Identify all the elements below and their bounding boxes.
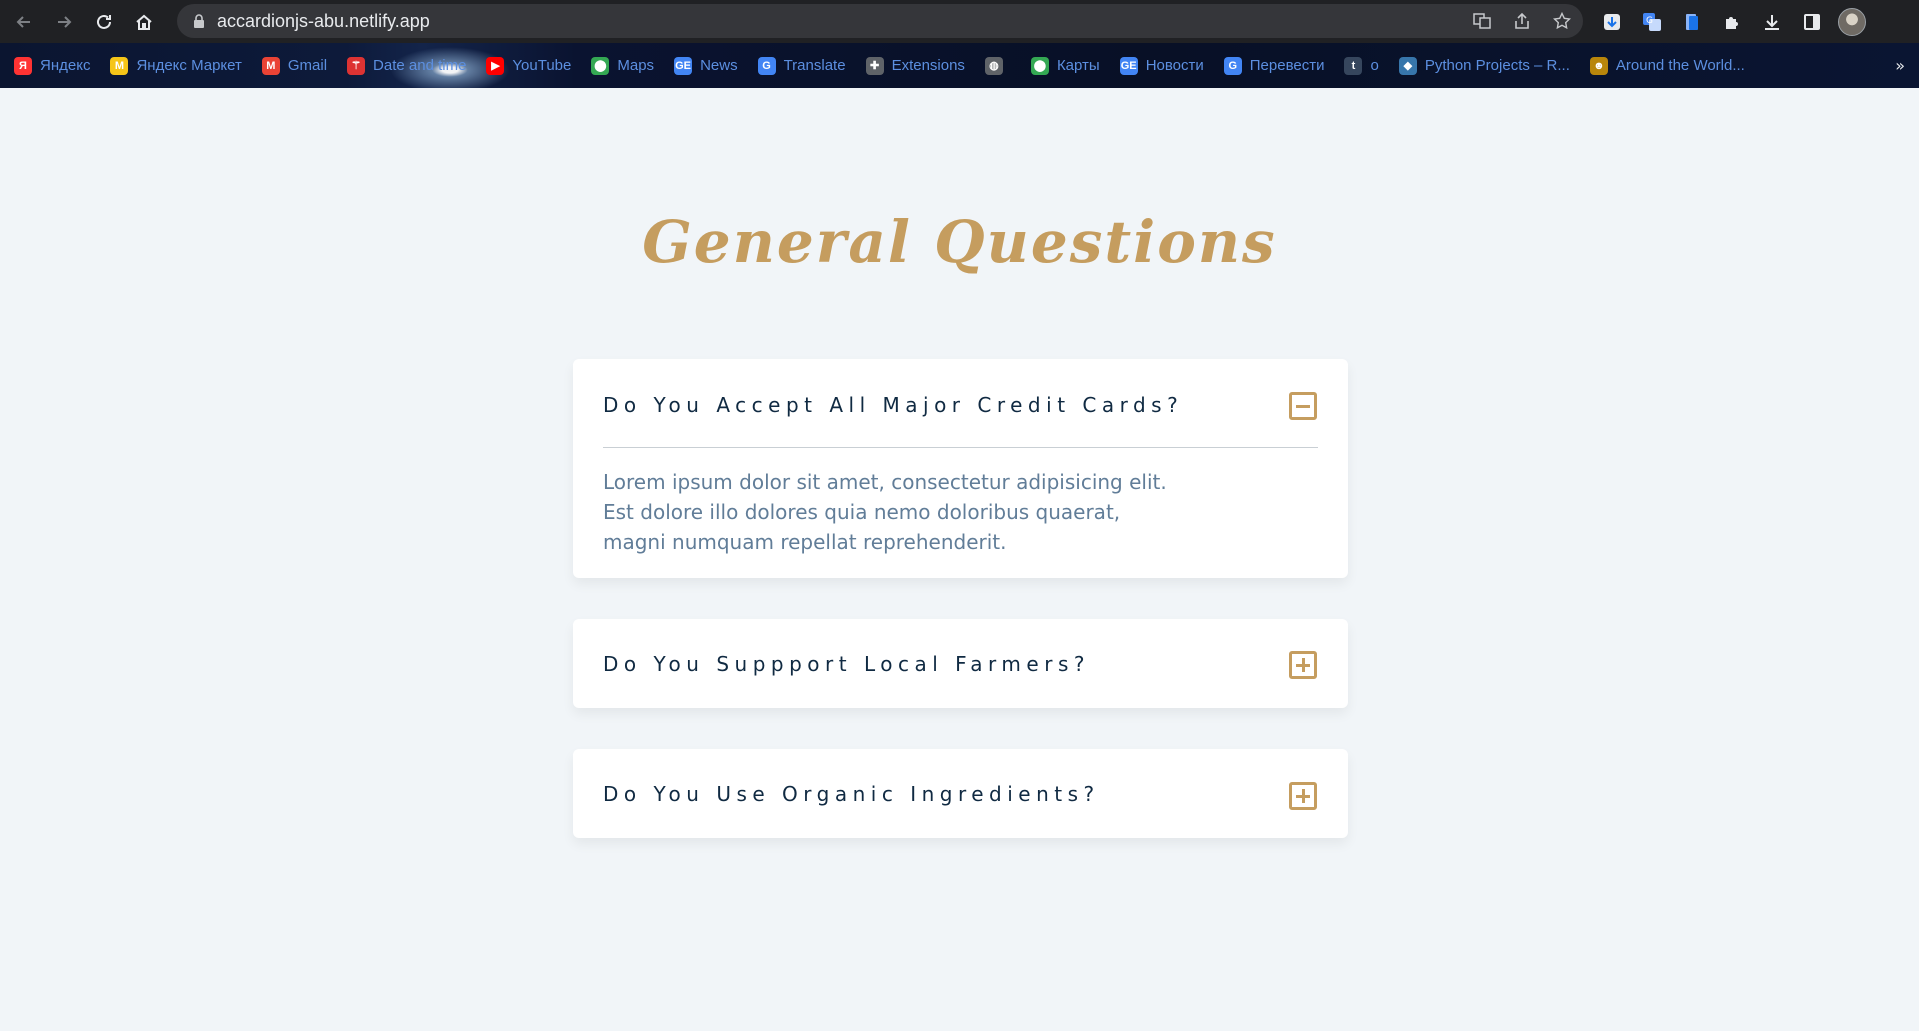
maps-icon: ⬤ — [591, 56, 610, 75]
plus-icon[interactable] — [1289, 651, 1317, 679]
question-title[interactable]: Do You Use Organic Ingredients? — [603, 782, 1100, 806]
question-card: Do You Use Organic Ingredients? — [573, 749, 1348, 838]
maps-icon: ⬤ — [1030, 56, 1049, 75]
bookmark-item[interactable]: G Перевести — [1223, 56, 1325, 75]
bookmark-label: o — [1370, 57, 1379, 74]
bookmarks-overflow-button[interactable]: » — [1895, 56, 1905, 75]
bookmark-label: Новости — [1145, 57, 1204, 74]
page-content: General Questions Do You Accept All Majo… — [0, 88, 1919, 1031]
bookmark-label: Maps — [617, 57, 655, 74]
bookmark-star-icon[interactable] — [1549, 8, 1575, 34]
bookmark-label: YouTube — [512, 57, 572, 74]
translate-icon: G — [757, 56, 776, 75]
home-button[interactable] — [124, 2, 164, 42]
lock-icon — [194, 14, 204, 28]
share-icon[interactable] — [1509, 8, 1535, 34]
bookmark-item[interactable]: M Gmail — [261, 56, 328, 75]
question-card: Do You Suppport Local Farmers? — [573, 619, 1348, 708]
side-panel-icon[interactable] — [1798, 8, 1826, 36]
yandex-icon: Я — [14, 56, 32, 75]
python-icon: ◆ — [1398, 56, 1417, 75]
bookmark-label: Перевести — [1249, 57, 1325, 74]
question-title[interactable]: Do You Suppport Local Farmers? — [603, 652, 1090, 676]
news-icon: GE — [674, 56, 693, 75]
url-text: accardionjs-abu.netlify.app — [217, 10, 430, 31]
download-manager-extension-icon[interactable] — [1598, 8, 1626, 36]
translate-icon: G — [1223, 56, 1242, 75]
bookmark-item[interactable]: GE Новости — [1119, 56, 1204, 75]
globe-icon: ◍ — [984, 56, 1003, 75]
question-card: Do You Accept All Major Credit Cards? Lo… — [573, 359, 1348, 578]
bookmarks-bar: Я Яндекс M Яндекс Маркет M Gmail ⚚ Date and tim… — [0, 43, 1919, 88]
profile-avatar[interactable] — [1838, 7, 1866, 36]
date-time-icon: ⚚ — [347, 56, 366, 75]
bookmark-item[interactable]: GE News — [674, 56, 738, 75]
reload-button[interactable] — [84, 2, 124, 42]
google-translate-extension-icon[interactable]: G — [1638, 8, 1666, 36]
bookmark-label: Python Projects – R... — [1424, 57, 1570, 74]
bookmark-item[interactable]: ▶ YouTube — [486, 56, 572, 75]
gmail-icon: M — [261, 56, 280, 75]
question-title[interactable]: Do You Accept All Major Credit Cards? — [603, 393, 1183, 417]
downloads-icon[interactable] — [1758, 8, 1786, 36]
bookmark-item[interactable]: to — [1344, 56, 1379, 75]
minus-icon[interactable] — [1289, 392, 1317, 420]
docs-extension-icon[interactable] — [1678, 8, 1706, 36]
plus-icon[interactable] — [1289, 782, 1317, 810]
bookmark-label: Карты — [1056, 57, 1100, 74]
bookmark-label: Translate — [783, 57, 846, 74]
youtube-icon: ▶ — [486, 56, 505, 75]
bookmark-label: Around the World... — [1615, 57, 1745, 74]
bookmark-item[interactable]: M Яндекс Маркет — [110, 56, 242, 75]
tumblr-icon: t — [1344, 56, 1363, 75]
bookmark-item[interactable]: ◆ Python Projects – R... — [1398, 56, 1570, 75]
svg-text:G: G — [1646, 16, 1653, 26]
bookmark-item[interactable]: ⚚ Date and time — [347, 56, 467, 75]
yandex-market-icon: M — [110, 56, 129, 75]
back-button[interactable] — [4, 2, 44, 42]
bookmark-label: Extensions — [891, 57, 965, 74]
bookmark-label: Gmail — [287, 57, 328, 74]
bookmark-label: Яндекс — [40, 57, 91, 74]
bookmark-label: News — [700, 57, 738, 74]
extensions-puzzle-icon[interactable] — [1718, 8, 1746, 36]
bookmark-item[interactable]: ⬤ Maps — [591, 56, 655, 75]
extensions-icon: ✚ — [865, 56, 884, 75]
bookmark-item[interactable]: ⬤ Карты — [1030, 56, 1100, 75]
bookmark-item[interactable]: G Translate — [757, 56, 846, 75]
bookmark-label: Яндекс Маркет — [136, 57, 242, 74]
translate-page-icon[interactable] — [1469, 8, 1495, 34]
address-bar[interactable]: accardionjs-abu.netlify.app — [177, 4, 1583, 38]
bookmark-item[interactable]: ✚ Extensions — [865, 56, 965, 75]
question-answer: Lorem ipsum dolor sit amet, consectetur … — [603, 470, 1167, 554]
news-icon: GE — [1119, 56, 1138, 75]
bookmark-item[interactable]: ◍ — [984, 56, 1011, 75]
bookmark-item[interactable]: ☻ Around the World... — [1589, 56, 1745, 75]
arrow-left-icon — [16, 15, 30, 28]
bookmark-item[interactable]: Я Яндекс — [14, 56, 91, 75]
around-world-icon: ☻ — [1589, 56, 1608, 75]
home-icon — [136, 14, 152, 30]
bookmark-label: Date and time — [373, 57, 467, 74]
reload-icon — [97, 14, 111, 29]
divider — [603, 447, 1318, 448]
page-title: General Questions — [642, 208, 1277, 276]
browser-toolbar: accardionjs-abu.netlify.app G — [0, 0, 1919, 43]
forward-button[interactable] — [44, 2, 84, 42]
arrow-right-icon — [58, 15, 72, 28]
